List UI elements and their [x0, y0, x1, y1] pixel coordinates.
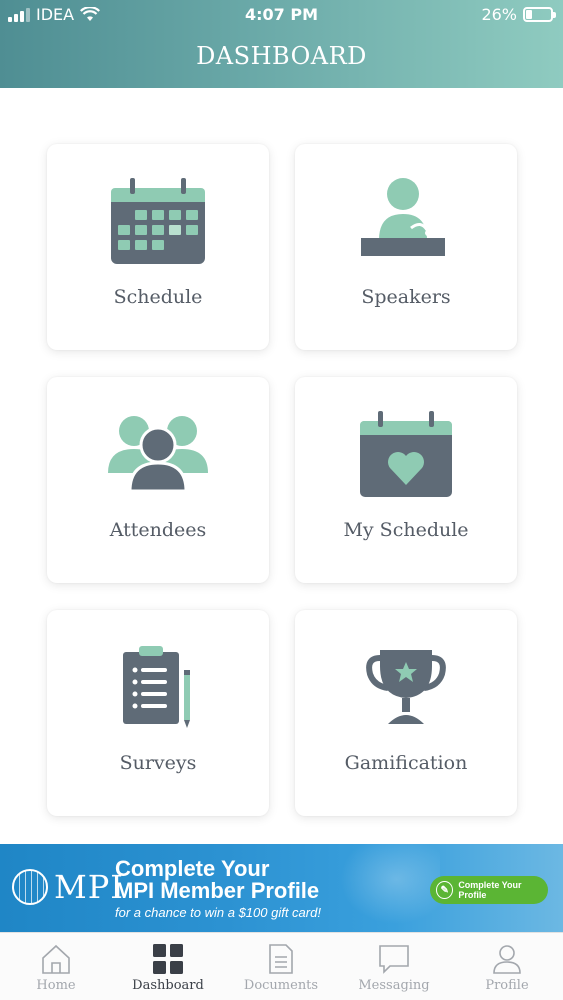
tile-schedule[interactable]: Schedule	[47, 144, 269, 350]
tab-documents[interactable]: Documents	[225, 933, 337, 1000]
pencil-icon: ✎	[436, 881, 454, 899]
tab-messaging[interactable]: Messaging	[338, 933, 450, 1000]
tile-surveys[interactable]: Surveys	[47, 610, 269, 816]
clipboard-checklist-icon	[123, 646, 190, 728]
home-icon	[42, 944, 70, 974]
document-icon	[269, 944, 293, 974]
header-bar: IDEA 4:07 PM 26% DASHBOARD	[0, 0, 563, 88]
mpi-logo: MPI	[12, 868, 124, 906]
complete-profile-button[interactable]: ✎ Complete Your Profile	[430, 876, 548, 904]
chat-bubble-icon	[379, 945, 409, 974]
tab-home[interactable]: Home	[0, 933, 112, 1000]
mpi-logo-text: MPI	[54, 868, 124, 906]
tile-my-schedule[interactable]: My Schedule	[295, 377, 517, 583]
banner-headline: Complete Your MPI Member Profile	[115, 856, 320, 903]
dashboard-grid: Schedule Speakers Attendees My Schedule …	[0, 88, 563, 843]
bottom-tab-bar: Home Dashboard Documents Messaging Profi…	[0, 932, 563, 1000]
globe-icon	[12, 869, 48, 905]
battery-icon	[523, 7, 556, 22]
tile-attendees[interactable]: Attendees	[47, 377, 269, 583]
speaker-podium-icon	[361, 178, 445, 256]
tile-gamification[interactable]: Gamification	[295, 610, 517, 816]
tile-label: Attendees	[109, 519, 207, 541]
clock: 4:07 PM	[244, 5, 318, 24]
calendar-heart-icon	[360, 411, 452, 497]
tile-label: Surveys	[119, 752, 197, 774]
people-group-icon	[108, 416, 208, 493]
tile-label: Gamification	[344, 752, 468, 774]
tile-speakers[interactable]: Speakers	[295, 144, 517, 350]
calendar-icon	[111, 178, 205, 264]
grid-icon	[153, 944, 183, 974]
tab-dashboard[interactable]: Dashboard	[112, 933, 224, 1000]
banner-photo	[330, 844, 440, 932]
page-title: DASHBOARD	[196, 42, 367, 70]
tile-label: Schedule	[113, 286, 203, 308]
mpi-promo-banner[interactable]: MPI Complete Your MPI Member Profile for…	[0, 844, 563, 932]
battery-percent: 26%	[481, 5, 517, 24]
trophy-icon	[366, 650, 446, 724]
banner-subtext: for a chance to win a $100 gift card!	[115, 905, 321, 920]
tile-label: Speakers	[361, 286, 451, 308]
status-bar: IDEA 4:07 PM 26%	[0, 0, 563, 30]
tile-label: My Schedule	[343, 519, 469, 541]
user-icon	[493, 945, 521, 974]
tab-profile[interactable]: Profile	[451, 933, 563, 1000]
